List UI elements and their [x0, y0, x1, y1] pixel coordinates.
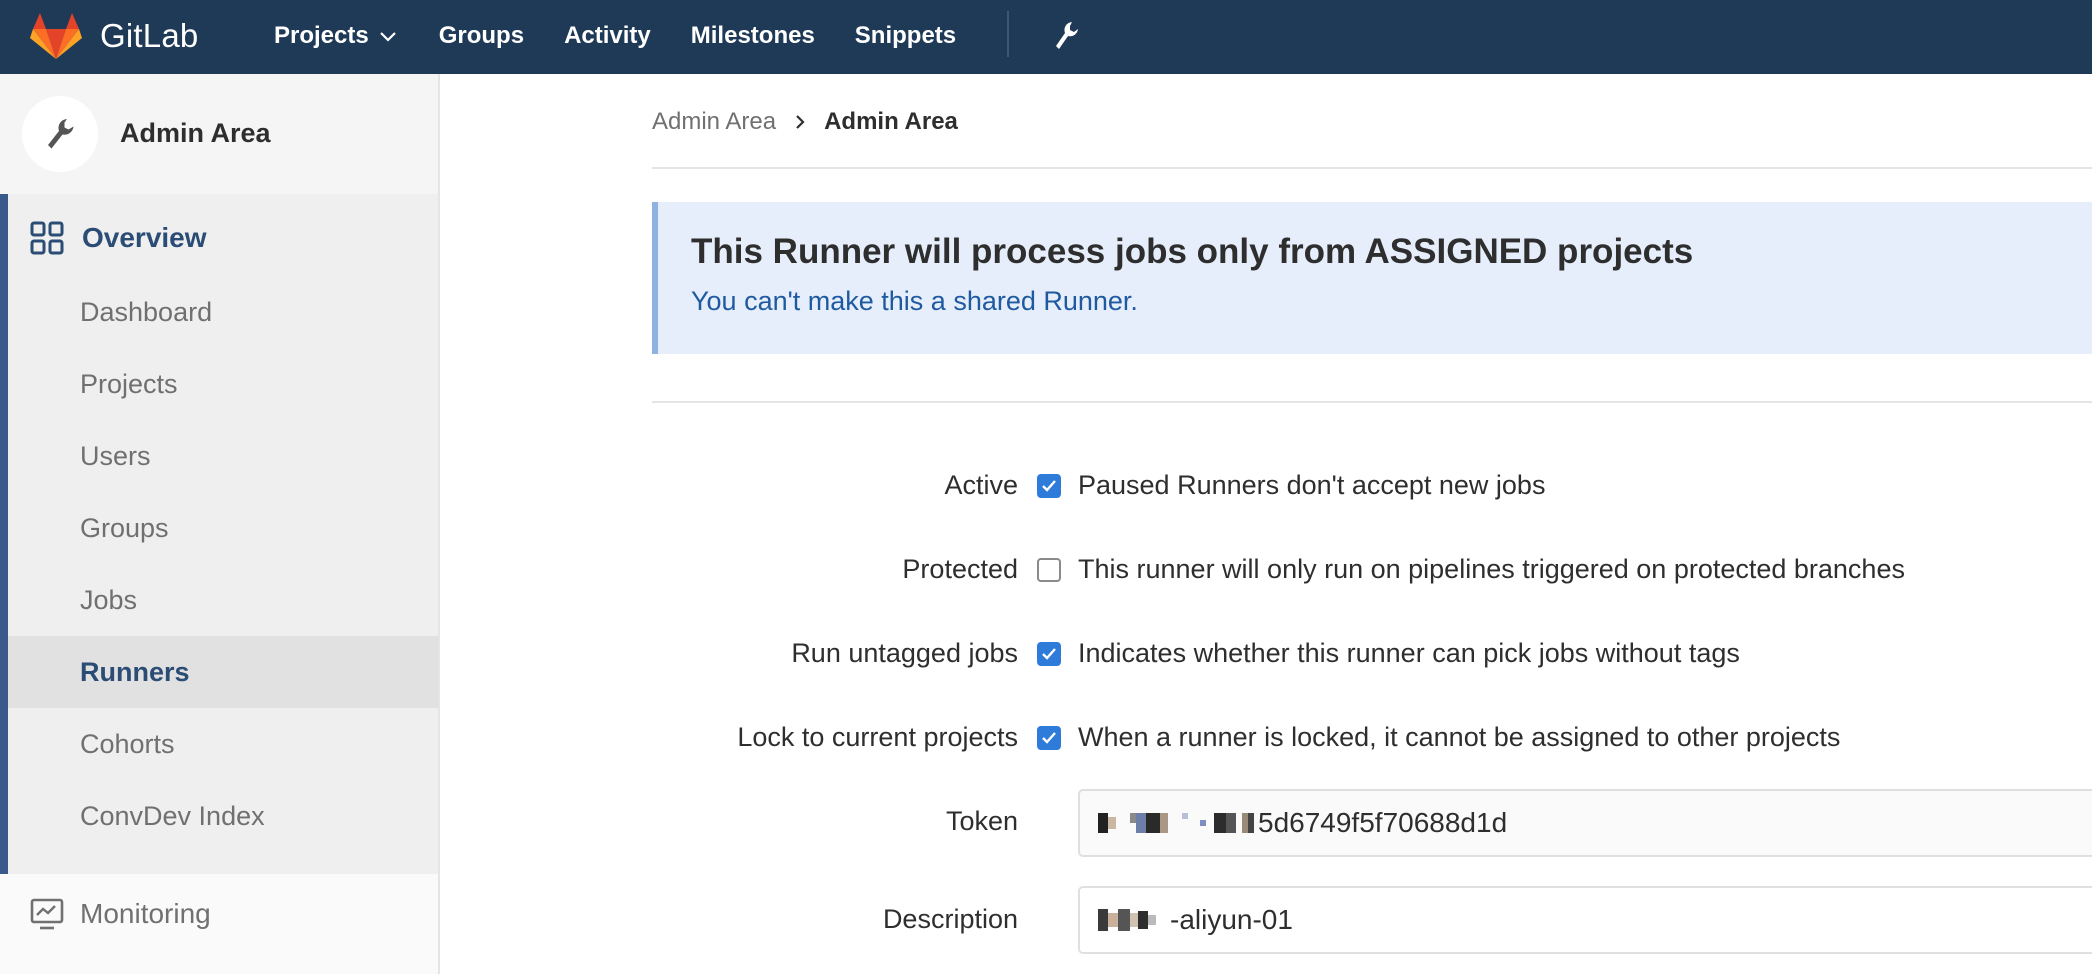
- breadcrumb-parent-link[interactable]: Admin Area: [652, 108, 776, 136]
- sidebar-item-convdev-index[interactable]: ConvDev Index: [8, 780, 438, 852]
- admin-sidebar: Admin Area Overview Dashboard Projects U…: [0, 74, 440, 974]
- run-untagged-hint: Indicates whether this runner can pick j…: [1078, 638, 1740, 668]
- nav-divider: [1007, 11, 1009, 57]
- sidebar-item-dashboard[interactable]: Dashboard: [8, 276, 438, 348]
- gitlab-home-link[interactable]: GitLab: [30, 11, 198, 61]
- checkmark-icon: [1042, 732, 1056, 744]
- sidebar-item-projects[interactable]: Projects: [8, 348, 438, 420]
- nav-projects-label: Projects: [274, 22, 369, 49]
- admin-avatar: [22, 96, 98, 172]
- section-divider: [652, 401, 2092, 403]
- nav-activity[interactable]: Activity: [564, 22, 651, 50]
- active-label: Active: [944, 470, 1018, 500]
- checkmark-icon: [1042, 480, 1056, 492]
- sidebar-header[interactable]: Admin Area: [0, 74, 438, 194]
- sidebar-item-runners[interactable]: Runners: [8, 636, 438, 708]
- main-nav: Projects Groups Activity Milestones Snip…: [274, 0, 996, 72]
- run-untagged-checkbox[interactable]: [1037, 642, 1061, 666]
- brand-name: GitLab: [100, 17, 199, 54]
- description-value: -aliyun-01: [1170, 904, 1293, 935]
- lock-checkbox[interactable]: [1037, 726, 1061, 750]
- token-field[interactable]: 5d6749f5f70688d1d: [1078, 789, 2092, 857]
- grid-icon: [30, 221, 64, 255]
- alert-title: This Runner will process jobs only from …: [691, 232, 1694, 271]
- sidebar-item-users[interactable]: Users: [8, 420, 438, 492]
- checkmark-icon: [1042, 648, 1056, 660]
- top-navbar: GitLab Projects Groups Activity Mileston…: [0, 0, 2092, 74]
- wrench-icon: [48, 119, 74, 149]
- protected-checkbox[interactable]: [1037, 558, 1061, 582]
- chevron-right-icon: [796, 115, 805, 129]
- chevron-down-icon: [379, 32, 396, 42]
- protected-hint: This runner will only run on pipelines t…: [1078, 554, 1905, 584]
- redacted-description-prefix: [1098, 909, 1166, 931]
- redacted-token-prefix: [1098, 813, 1254, 833]
- sidebar-item-groups[interactable]: Groups: [8, 492, 438, 564]
- monitor-icon: [30, 898, 64, 930]
- gitlab-logo-icon: [30, 13, 82, 59]
- active-hint: Paused Runners don't accept new jobs: [1078, 470, 1546, 500]
- sidebar-item-overview[interactable]: Overview: [30, 218, 207, 258]
- token-value: 5d6749f5f70688d1d: [1258, 807, 1508, 838]
- nav-snippets[interactable]: Snippets: [855, 22, 956, 50]
- sidebar-item-monitoring[interactable]: Monitoring: [30, 894, 211, 934]
- sidebar-monitoring-label: Monitoring: [80, 898, 211, 929]
- run-untagged-label: Run untagged jobs: [791, 638, 1018, 668]
- active-checkbox[interactable]: [1037, 474, 1061, 498]
- token-label: Token: [945, 806, 1018, 836]
- runner-scope-alert: This Runner will process jobs only from …: [652, 202, 2092, 354]
- alert-subtitle: You can't make this a shared Runner.: [691, 286, 1138, 316]
- admin-wrench-icon[interactable]: [1048, 18, 1084, 54]
- header-divider: [652, 167, 2092, 169]
- nav-groups[interactable]: Groups: [439, 22, 524, 50]
- lock-hint: When a runner is locked, it cannot be as…: [1078, 722, 1841, 752]
- nav-projects-dropdown[interactable]: Projects: [274, 22, 399, 50]
- protected-label: Protected: [902, 554, 1018, 584]
- sidebar-overview-section: Overview Dashboard Projects Users Groups…: [0, 194, 438, 874]
- lock-label: Lock to current projects: [737, 722, 1018, 752]
- description-label: Description: [882, 904, 1018, 934]
- sidebar-title: Admin Area: [120, 118, 271, 148]
- description-input[interactable]: -aliyun-01: [1078, 886, 2092, 954]
- breadcrumb: Admin Area Admin Area: [652, 104, 958, 140]
- nav-milestones[interactable]: Milestones: [691, 22, 815, 50]
- sidebar-overview-label: Overview: [82, 222, 207, 253]
- sidebar-item-jobs[interactable]: Jobs: [8, 564, 438, 636]
- breadcrumb-current: Admin Area: [824, 108, 958, 135]
- sidebar-item-cohorts[interactable]: Cohorts: [8, 708, 438, 780]
